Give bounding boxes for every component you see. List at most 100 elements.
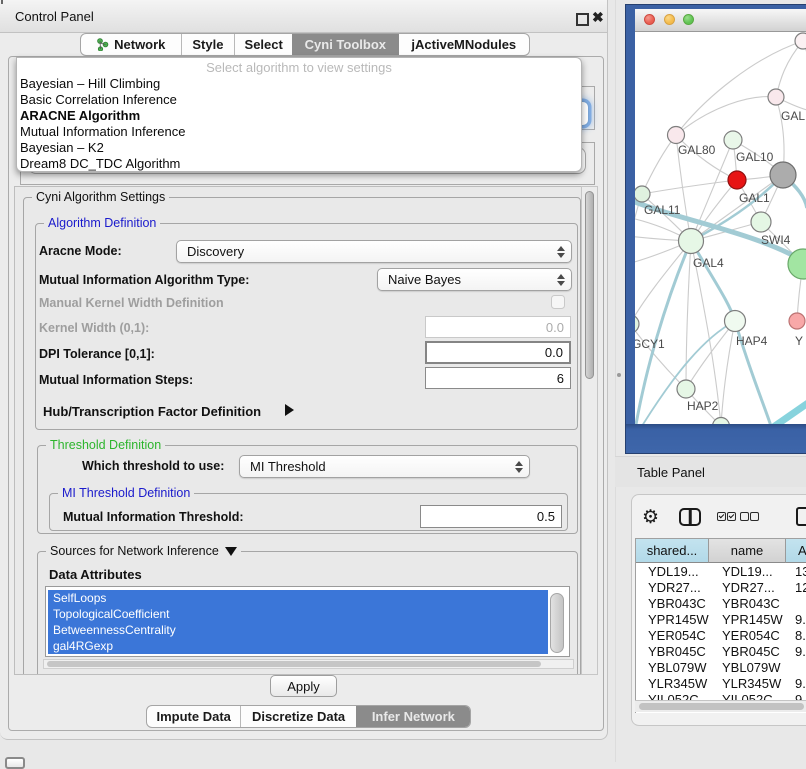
table-cell: 8. xyxy=(786,628,806,644)
dpi-tolerance-field[interactable]: 0.0 xyxy=(425,341,571,364)
graph-edge[interactable] xyxy=(686,241,691,389)
graph-node-label: SWI4 xyxy=(761,233,791,247)
tab-style[interactable]: Style xyxy=(181,34,235,55)
table-cell xyxy=(786,596,806,612)
graph-node[interactable] xyxy=(795,33,806,49)
cytopanel-dock-icon[interactable] xyxy=(5,757,25,769)
mi-steps-field[interactable]: 6 xyxy=(425,367,571,389)
column-header-a[interactable]: A xyxy=(786,539,806,563)
algorithm-definition-title: Algorithm Definition xyxy=(44,216,160,231)
deselect-all-icon[interactable] xyxy=(750,512,759,521)
graph-node[interactable] xyxy=(724,131,742,149)
attributes-vscrollbar-thumb[interactable] xyxy=(550,593,564,653)
graph-edge-highlighted[interactable] xyxy=(691,241,735,321)
graph-node-label: GCY1 xyxy=(635,337,665,351)
gear-icon[interactable]: ⚙ xyxy=(642,505,659,531)
bottom-tab-infer-network[interactable]: Infer Network xyxy=(356,706,470,727)
data-attributes-label: Data Attributes xyxy=(49,567,142,583)
split-divider-handle[interactable] xyxy=(617,373,621,377)
float-window-icon[interactable] xyxy=(576,13,589,26)
algorithm-dropdown-popup: Select algorithm to view settingsBayesia… xyxy=(16,57,582,172)
table-row[interactable]: YLR345WYLR345W9. xyxy=(636,676,806,692)
manual-kernel-checkbox[interactable] xyxy=(551,295,565,309)
popup-item-basic-correlation-inference[interactable]: Basic Correlation Inference xyxy=(17,92,581,108)
tab-network[interactable]: Network xyxy=(81,34,181,55)
graph-node[interactable] xyxy=(789,313,805,329)
attribute-item-topologicalcoefficient[interactable]: TopologicalCoefficient xyxy=(48,606,548,622)
settings-vscrollbar[interactable] xyxy=(581,186,598,675)
tab-label: Style xyxy=(192,37,223,52)
graph-node[interactable] xyxy=(728,171,746,189)
table-row[interactable]: YPR145WYPR145W9. xyxy=(636,612,806,628)
graph-node[interactable] xyxy=(751,212,771,232)
attributes-hscrollbar-thumb[interactable] xyxy=(47,661,541,667)
split-columns-icon[interactable] xyxy=(679,508,701,526)
graph-node[interactable] xyxy=(768,89,784,105)
sources-group-title-text: Sources for Network Inference xyxy=(50,544,219,559)
deselect-all-icon[interactable] xyxy=(740,512,749,521)
tab-jactivemnodules[interactable]: jActiveMNodules xyxy=(398,34,529,55)
table-row[interactable]: YDR27...YDR27...12 xyxy=(636,580,806,596)
graph-edge[interactable] xyxy=(776,41,803,97)
attribute-item-betweennesscentrality[interactable]: BetweennessCentrality xyxy=(48,622,548,638)
which-threshold-combobox[interactable]: MI Threshold xyxy=(239,455,530,478)
close-icon[interactable]: ✖ xyxy=(592,9,604,26)
zoom-traffic-light-icon[interactable] xyxy=(683,14,694,25)
table-cell: 12 xyxy=(786,580,806,596)
popup-item-bayesian-hill-climbing[interactable]: Bayesian – Hill Climbing xyxy=(17,76,581,92)
graph-edge[interactable] xyxy=(635,324,686,389)
select-all-icon[interactable] xyxy=(727,512,736,521)
table-row[interactable]: YBR045CYBR045C9. xyxy=(636,644,806,660)
tab-select[interactable]: Select xyxy=(234,34,292,55)
popup-item-bayesian-k2[interactable]: Bayesian – K2 xyxy=(17,140,581,156)
mi-threshold-field[interactable]: 0.5 xyxy=(420,505,562,528)
column-header-name[interactable]: name xyxy=(709,539,786,563)
graph-edge[interactable] xyxy=(642,135,676,194)
table-row[interactable]: YBR043CYBR043C xyxy=(636,596,806,612)
bottom-tab-discretize-data[interactable]: Discretize Data xyxy=(240,706,355,727)
attribute-item-gal4rgexp[interactable]: gal4RGexp xyxy=(48,638,548,654)
hub-expand-arrow-icon[interactable] xyxy=(285,404,294,416)
table-row[interactable]: YER054CYER054C8. xyxy=(636,628,806,644)
aracne-mode-combobox[interactable]: Discovery xyxy=(176,240,572,263)
table-hscrollbar[interactable] xyxy=(635,700,806,712)
graph-edge[interactable] xyxy=(642,180,737,194)
minimize-traffic-light-icon[interactable] xyxy=(664,14,675,25)
select-all-icon[interactable] xyxy=(717,512,726,521)
graph-node[interactable] xyxy=(725,311,746,332)
column-header-shared-[interactable]: shared... xyxy=(636,539,709,563)
tab-cyni-toolbox[interactable]: Cyni Toolbox xyxy=(292,34,398,55)
aracne-mode-label: Aracne Mode: xyxy=(39,243,122,259)
node-table[interactable]: shared...nameA YDL19...YDL19...13YDR27..… xyxy=(635,538,806,713)
table-hscrollbar-thumb[interactable] xyxy=(639,703,804,710)
bottom-tab-impute-data[interactable]: Impute Data xyxy=(147,706,240,727)
table-row[interactable]: YDL19...YDL19...13 xyxy=(636,564,806,580)
attributes-hscrollbar[interactable] xyxy=(43,659,574,669)
data-attributes-list[interactable]: SelfLoopsTopologicalCoefficientBetweenne… xyxy=(45,586,570,657)
attribute-item-selfloops[interactable]: SelfLoops xyxy=(48,590,548,606)
table-cell xyxy=(786,660,806,676)
graph-node[interactable] xyxy=(635,186,650,202)
graph-node[interactable] xyxy=(677,380,695,398)
kernel-width-field[interactable]: 0.0 xyxy=(425,316,571,338)
network-graph-canvas[interactable]: GALGAL80GAL10GAL1GAL11SWI4GAL4GCY1HAP4YH… xyxy=(635,32,806,424)
mi-type-combobox[interactable]: Naive Bayes xyxy=(377,268,572,291)
graph-node[interactable] xyxy=(668,127,685,144)
combo-arrows-icon xyxy=(556,245,565,259)
popup-item-aracne-algorithm[interactable]: ARACNE Algorithm xyxy=(17,108,581,124)
sources-collapse-arrow-icon[interactable] xyxy=(225,547,237,556)
graph-edge[interactable] xyxy=(676,97,776,135)
apply-button[interactable]: Apply xyxy=(270,675,337,697)
graph-node[interactable] xyxy=(770,162,796,188)
graph-edge[interactable] xyxy=(635,241,691,324)
popup-item-dream8-dc-tdc-algorithm[interactable]: Dream8 DC_TDC Algorithm xyxy=(17,156,581,172)
tab-label: jActiveMNodules xyxy=(411,37,516,52)
document-icon[interactable] xyxy=(796,507,806,526)
tab-label: Impute Data xyxy=(157,709,231,724)
close-traffic-light-icon[interactable] xyxy=(644,14,655,25)
graph-node[interactable] xyxy=(679,229,704,254)
popup-item-mutual-information-inference[interactable]: Mutual Information Inference xyxy=(17,124,581,140)
table-row[interactable]: YBL079WYBL079W xyxy=(636,660,806,676)
graph-node[interactable] xyxy=(635,315,639,333)
settings-vscrollbar-thumb[interactable] xyxy=(585,191,594,379)
